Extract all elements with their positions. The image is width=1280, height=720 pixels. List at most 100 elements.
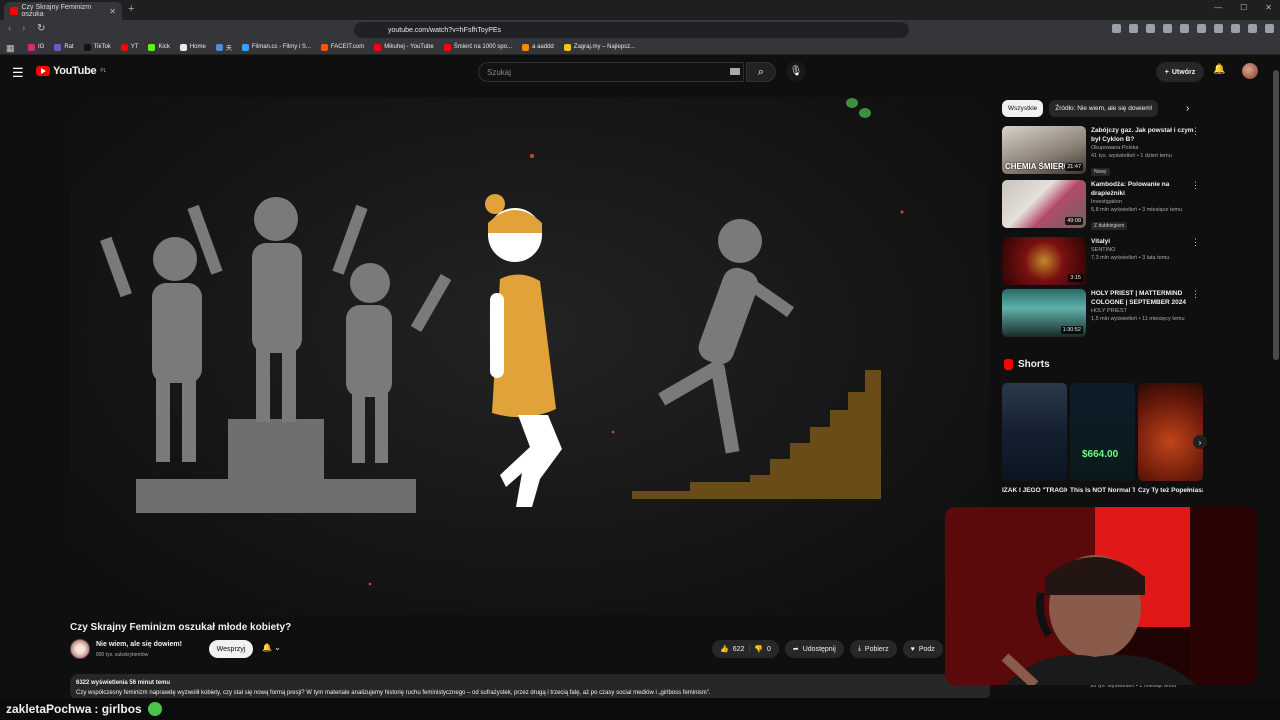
bookmark-label: Filman.cc - Filmy i S... <box>251 44 311 50</box>
bookmark-item[interactable]: Zagraj.my – Najlepsz... <box>563 43 635 51</box>
browser-tab[interactable]: Czy Skrajny Feminizm oszuka ✕ <box>4 2 122 20</box>
rec-channel[interactable]: Okupowana Polska <box>1091 144 1196 152</box>
description-box[interactable]: 6322 wyświetlenia 56 minut temu Czy wspó… <box>70 674 990 700</box>
shorts-next-icon[interactable]: › <box>1193 435 1207 449</box>
chat-message: : girlbos <box>94 702 142 716</box>
like-count[interactable]: 622 <box>733 646 745 653</box>
thumbs-down-icon[interactable]: 👎 <box>754 645 763 653</box>
create-button[interactable]: + Utwórz <box>1156 62 1204 82</box>
thumbs-up-icon[interactable]: 👍 <box>720 645 729 653</box>
rec-channel[interactable]: SENTINO <box>1091 246 1196 254</box>
dislike-count[interactable]: 0 <box>767 646 771 653</box>
extension-icon[interactable] <box>1129 24 1138 33</box>
video-title: Czy Skrajny Feminizm oszukał młode kobie… <box>70 622 292 633</box>
address-bar[interactable]: youtube.com/watch?v=hFsfhToyPEs <box>354 22 909 38</box>
youtube-logo[interactable]: YouTube PL <box>36 65 106 77</box>
subscription-bell-icon[interactable]: 🔔 ⌄ <box>262 643 281 652</box>
extension-icon[interactable] <box>1146 24 1155 33</box>
tab-close-icon[interactable]: ✕ <box>109 7 116 16</box>
thanks-button[interactable]: ♥ Podz <box>902 640 943 658</box>
bookmark-item[interactable]: FACEIT.com <box>320 43 364 51</box>
recommendation-item[interactable]: CHEMIA ŚMIERCI 21:47 Zabójczy gaz. Jak p… <box>1002 126 1202 176</box>
support-button[interactable]: Wesprzyj <box>209 640 253 658</box>
recommendation-item[interactable]: 3:15 Vitalyi SENTINO 7,3 mln wyświetleń … <box>1002 237 1202 285</box>
video-frame-illustration <box>100 98 904 586</box>
short-item[interactable]: IZAK I JEGO "TRAGICZN... <box>1002 383 1067 495</box>
keyboard-icon[interactable] <box>730 68 740 75</box>
minimize-button[interactable]: — <box>1214 3 1222 12</box>
maximize-button[interactable]: ☐ <box>1240 3 1247 12</box>
search-placeholder: Szukaj <box>487 67 512 77</box>
search-button[interactable]: ⌕ <box>746 62 776 82</box>
extension-icon[interactable] <box>1197 24 1206 33</box>
extension-icon[interactable] <box>1214 24 1223 33</box>
extension-icon[interactable] <box>1112 24 1121 33</box>
rec-title[interactable]: Zabójczy gaz. Jak powstał i czym był Cyk… <box>1091 126 1196 144</box>
video-thumbnail[interactable]: 1:30:52 <box>1002 289 1086 337</box>
extension-icon[interactable] <box>1231 24 1240 33</box>
bookmark-item[interactable]: Home <box>179 43 206 51</box>
download-button[interactable]: ⤓ Pobierz <box>849 640 897 658</box>
more-options-icon[interactable]: ⋮ <box>1191 289 1200 300</box>
rec-channel[interactable]: HOLY PRIEST <box>1091 307 1196 315</box>
video-thumbnail[interactable]: 3:15 <box>1002 237 1086 285</box>
recommendation-item[interactable]: 1:30:52 HOLY PRIEST | MATTERMIND COLOGNE… <box>1002 289 1202 337</box>
short-title[interactable]: This Is NOT Normal The... <box>1070 486 1135 495</box>
bookmark-item[interactable]: 天 <box>215 43 232 52</box>
chip-source[interactable]: Źródło: Nie wiem, ale się dowiem! <box>1049 100 1159 117</box>
bookmark-item[interactable]: Mikuhej - YouTube <box>374 43 434 51</box>
notifications-bell-icon[interactable]: 🔔 <box>1213 64 1225 75</box>
reload-icon[interactable]: ↻ <box>37 23 45 34</box>
forward-icon[interactable]: › <box>22 23 25 34</box>
new-tab-button[interactable]: + <box>128 3 134 15</box>
bookmark-item[interactable]: a aaddd <box>522 43 554 51</box>
short-thumbnail[interactable]: $664.00 <box>1070 383 1135 481</box>
rec-channel[interactable]: Investigation <box>1091 198 1196 206</box>
short-title[interactable]: Czy Ty też Popełniasz ... <box>1138 486 1203 495</box>
bookmark-item[interactable]: Rat <box>54 43 74 51</box>
short-thumbnail[interactable] <box>1138 383 1203 481</box>
account-avatar[interactable] <box>1242 63 1258 79</box>
extension-icon[interactable] <box>1248 24 1257 33</box>
more-options-icon[interactable]: ⋮ <box>1191 126 1200 137</box>
rec-title[interactable]: HOLY PRIEST | MATTERMIND COLOGNE | SEPTE… <box>1091 289 1196 307</box>
extension-icon[interactable] <box>1163 24 1172 33</box>
menu-icon[interactable]: ☰ <box>12 65 24 81</box>
search-input[interactable]: Szukaj <box>478 62 744 82</box>
rec-meta: 41 tys. wyświetleń • 1 dzień temu <box>1091 153 1172 159</box>
bookmark-item[interactable]: Kick <box>148 43 170 51</box>
channel-name[interactable]: Nie wiem, ale się dowiem! <box>96 641 182 648</box>
back-icon[interactable]: ‹ <box>8 23 11 34</box>
chip-all[interactable]: Wszystkie <box>1002 100 1044 117</box>
apps-grid-icon[interactable]: ▦ <box>6 43 15 54</box>
recommendation-item[interactable]: 49:08 Kambodża: Polowanie na drapieżniki… <box>1002 180 1202 230</box>
chevron-right-icon[interactable]: › <box>1186 103 1189 114</box>
more-options-icon[interactable]: ⋮ <box>1191 237 1200 248</box>
video-thumbnail[interactable]: CHEMIA ŚMIERCI 21:47 <box>1002 126 1086 174</box>
short-title[interactable]: IZAK I JEGO "TRAGICZN... <box>1002 486 1067 495</box>
new-badge: Nowy <box>1091 168 1110 176</box>
channel-avatar[interactable] <box>70 639 90 659</box>
bookmark-item[interactable]: TikTok <box>83 43 111 51</box>
short-item[interactable]: $664.00 This Is NOT Normal The... <box>1070 383 1135 495</box>
video-thumbnail[interactable]: 49:08 <box>1002 180 1086 228</box>
close-window-button[interactable]: ✕ <box>1265 3 1272 12</box>
youtube-favicon-icon <box>10 7 18 15</box>
extension-icon[interactable] <box>1265 24 1274 33</box>
short-thumbnail[interactable] <box>1002 383 1067 481</box>
bookmark-item[interactable]: YT <box>120 43 138 51</box>
voice-search-button[interactable]: 🎙 <box>786 61 806 81</box>
more-options-icon[interactable]: ⋮ <box>1191 180 1200 191</box>
video-player[interactable] <box>70 97 990 615</box>
page-scrollbar[interactable] <box>1273 70 1279 360</box>
share-button[interactable]: ➦ Udostępnij <box>784 640 844 658</box>
extension-icon[interactable] <box>1180 24 1189 33</box>
subscriber-count: 890 tys. subskrybentów <box>96 652 149 658</box>
bookmark-favicon-icon <box>120 43 128 51</box>
bookmark-item[interactable]: IG <box>28 43 44 51</box>
bookmark-item[interactable]: Śmierć na 1000 spo... <box>443 43 512 51</box>
bookmark-item[interactable]: Filman.cc - Filmy i S... <box>241 43 311 51</box>
figure-right <box>346 263 452 463</box>
rec-title[interactable]: Vitalyi <box>1091 237 1196 246</box>
rec-title[interactable]: Kambodża: Polowanie na drapieżniki <box>1091 180 1196 198</box>
